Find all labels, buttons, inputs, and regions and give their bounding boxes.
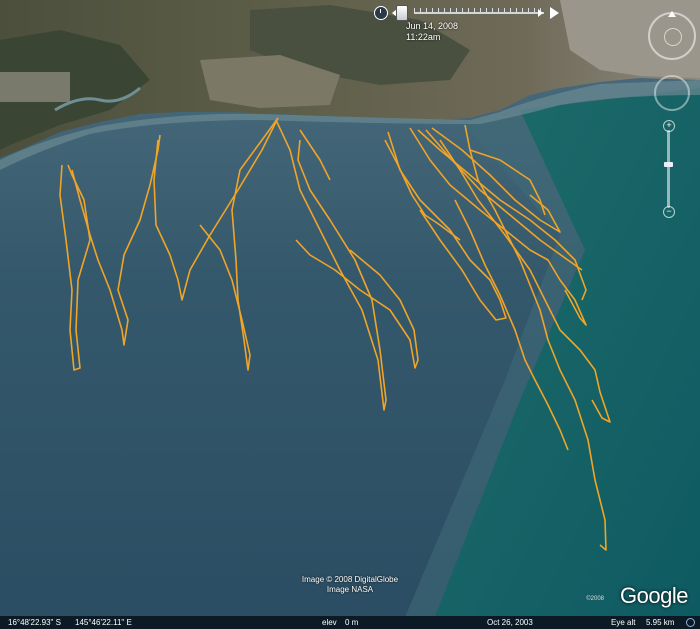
latitude-readout: 16°48'22.93" S xyxy=(8,618,61,627)
time-track[interactable] xyxy=(414,12,544,14)
move-control[interactable] xyxy=(654,75,690,111)
time-slider-thumb[interactable] xyxy=(396,5,408,21)
attribution-line-2: Image NASA xyxy=(326,585,374,594)
imagery-attribution: Image © 2008 DigitalGlobe Image NASA xyxy=(0,575,700,595)
airport xyxy=(0,72,70,102)
step-forward-icon[interactable] xyxy=(538,9,543,17)
status-bar: 16°48'22.93" S 145°46'22.11" E elev 0 m … xyxy=(0,616,700,629)
zoom-track[interactable] xyxy=(667,130,670,208)
look-ring[interactable] xyxy=(648,12,696,60)
attribution-line-1: Image © 2008 DigitalGlobe xyxy=(301,575,399,584)
streaming-indicator-icon xyxy=(686,618,695,627)
clock-icon[interactable] xyxy=(374,6,388,20)
google-logo: Google xyxy=(620,583,688,608)
time-clock: 11:22am xyxy=(406,32,441,42)
elevation-value: 0 m xyxy=(345,618,359,627)
longitude-readout: 145°46'22.11" E xyxy=(75,618,132,627)
map-scene[interactable] xyxy=(0,0,700,629)
play-icon[interactable] xyxy=(550,7,559,19)
time-slider[interactable] xyxy=(374,4,564,22)
zoom-out-icon[interactable]: − xyxy=(663,206,675,218)
eye-alt-label: Eye alt xyxy=(611,618,636,627)
look-control[interactable] xyxy=(648,11,696,60)
time-label: Jun 14, 2008 11:22am xyxy=(406,21,458,43)
zoom-slider[interactable]: + − xyxy=(663,120,675,218)
logo-copyright: ©2008 xyxy=(586,596,604,602)
zoom-thumb[interactable] xyxy=(664,162,673,167)
time-date: Jun 14, 2008 xyxy=(406,21,459,31)
north-arrow-icon[interactable] xyxy=(668,11,676,17)
map-viewport[interactable]: Jun 14, 2008 11:22am + − Image © 2008 Di… xyxy=(0,0,700,629)
eye-alt-value: 5.95 km xyxy=(646,618,675,627)
imagery-date: Oct 26, 2003 xyxy=(487,618,533,627)
elevation-label: elev xyxy=(322,618,337,627)
